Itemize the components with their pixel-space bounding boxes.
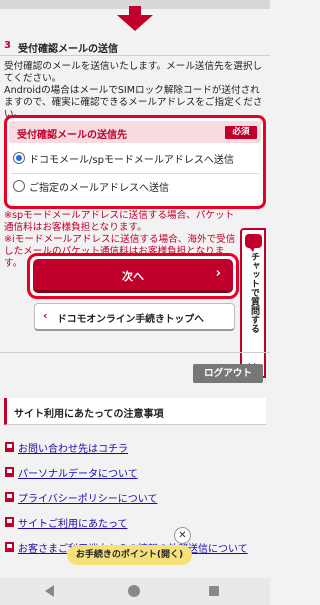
description-line: 受付確認のメールを送信いたします。メール送信先を選択してください。 bbox=[4, 61, 263, 84]
next-button-label: 次へ bbox=[122, 270, 144, 283]
divider bbox=[0, 352, 270, 353]
link-personal-data[interactable]: パーソナルデータについて bbox=[4, 461, 266, 486]
destination-header-label: 受付確認メールの送信先 bbox=[17, 130, 127, 141]
option-label: ご指定のメールアドレスへ送信 bbox=[29, 183, 169, 194]
logout-button[interactable]: ログアウト bbox=[193, 364, 263, 383]
guide-close-icon[interactable]: ✕ bbox=[174, 527, 191, 544]
required-badge: 必須 bbox=[225, 126, 257, 139]
section-number: 3 bbox=[4, 40, 11, 51]
note-sp-mode: ※spモードメールアドレスに送信する場合、パケット通信料はお客様負担となります。 bbox=[4, 210, 235, 233]
section-description: 受付確認のメールを送信いたします。メール送信先を選択してください。 Androi… bbox=[4, 61, 266, 121]
section-header: 3 受付確認メールの送信 bbox=[0, 38, 270, 56]
nav-back-icon[interactable] bbox=[45, 585, 54, 597]
chat-bubble-icon bbox=[245, 234, 262, 252]
back-button-label: ドコモオンライン手続きトップへ bbox=[57, 314, 204, 325]
system-nav-bar bbox=[0, 578, 270, 605]
radio-unselected[interactable] bbox=[13, 180, 25, 192]
option-docomo-mail[interactable]: ドコモメール/spモードメールアドレスへ送信 bbox=[11, 148, 259, 170]
link-text[interactable]: お問い合わせ先はコチラ bbox=[18, 440, 128, 455]
page-link-icon bbox=[5, 542, 14, 552]
link-site-usage[interactable]: サイトご利用にあたって bbox=[4, 511, 266, 536]
link-text[interactable]: パーソナルデータについて bbox=[18, 465, 138, 480]
divider bbox=[11, 173, 259, 174]
page-link-icon bbox=[5, 492, 14, 502]
destination-selector: 受付確認メールの送信先 必須 ドコモメール/spモードメールアドレスへ送信 ご指… bbox=[4, 115, 266, 209]
link-contact[interactable]: お問い合わせ先はコチラ bbox=[4, 436, 266, 461]
next-button-highlight: 次へ › bbox=[27, 253, 239, 299]
destination-header: 受付確認メールの送信先 必須 bbox=[9, 121, 261, 143]
chevron-right-icon: › bbox=[215, 266, 221, 281]
chat-label: チャットで質問する bbox=[249, 252, 259, 333]
radio-selected[interactable] bbox=[13, 152, 25, 164]
notice-header-label: サイト利用にあたっての注意事項 bbox=[14, 409, 164, 420]
section-title: 受付確認メールの送信 bbox=[18, 44, 118, 55]
option-label: ドコモメール/spモードメールアドレスへ送信 bbox=[29, 155, 234, 166]
page-link-icon bbox=[5, 442, 14, 452]
chat-tab[interactable]: チャットで質問する ✕ bbox=[240, 228, 266, 378]
option-custom-address[interactable]: ご指定のメールアドレスへ送信 bbox=[11, 176, 259, 198]
footer-links: お問い合わせ先はコチラ パーソナルデータについて プライバシーポリシーについて … bbox=[4, 436, 266, 561]
nav-home-icon[interactable] bbox=[128, 585, 140, 597]
notice-header: サイト利用にあたっての注意事項 bbox=[4, 398, 266, 425]
link-privacy-policy[interactable]: プライバシーポリシーについて bbox=[4, 486, 266, 511]
link-text[interactable]: サイトご利用にあたって bbox=[18, 515, 128, 530]
page-link-icon bbox=[5, 517, 14, 527]
link-text[interactable]: プライバシーポリシーについて bbox=[18, 490, 158, 505]
page-link-icon bbox=[5, 467, 14, 477]
next-button[interactable]: 次へ › bbox=[33, 259, 233, 293]
chevron-left-icon: ‹ bbox=[43, 309, 48, 322]
nav-recent-icon[interactable] bbox=[209, 586, 219, 596]
down-arrow-icon bbox=[117, 6, 153, 31]
guide-open-button[interactable]: お手続きのポイント(開く) bbox=[67, 545, 192, 565]
back-to-top-button[interactable]: ‹ ドコモオンライン手続きトップへ bbox=[34, 303, 235, 331]
